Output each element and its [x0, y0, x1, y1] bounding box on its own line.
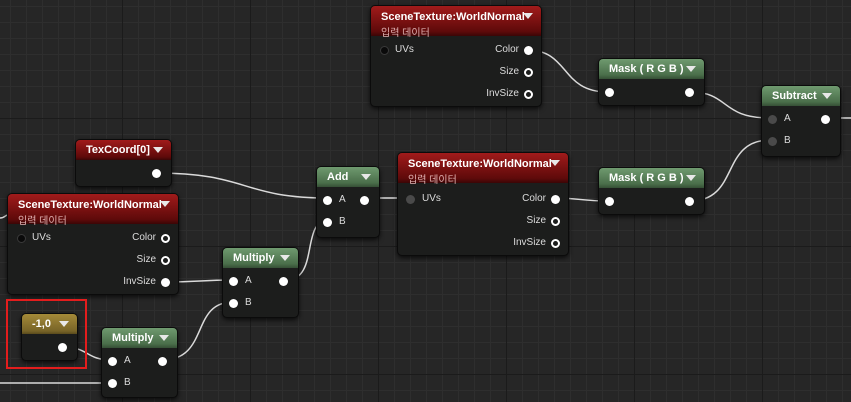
- size-label: Size: [526, 215, 546, 226]
- uvs-label: UVs: [395, 44, 414, 55]
- collapse-arrow-icon[interactable]: [280, 255, 290, 261]
- invsize-label: InvSize: [513, 237, 546, 248]
- a-input-pin[interactable]: [108, 357, 117, 366]
- node-title: SceneTexture:WorldNormal: [381, 11, 525, 23]
- node-title: Mask ( R G B ): [609, 172, 684, 184]
- node-header[interactable]: SceneTexture:WorldNormal 입력 데이터: [371, 6, 541, 39]
- uvs-input-pin[interactable]: [406, 195, 415, 204]
- b-label: B: [245, 297, 252, 308]
- mask-rgb-node-top[interactable]: Mask ( R G B ): [598, 58, 705, 106]
- node-title: Multiply: [112, 332, 154, 344]
- node-title: SceneTexture:WorldNormal: [408, 158, 552, 170]
- subtract-output-pin[interactable]: [821, 115, 830, 124]
- a-label: A: [124, 355, 131, 366]
- multiply-output-pin[interactable]: [279, 277, 288, 286]
- a-label: A: [339, 194, 346, 205]
- node-header[interactable]: Mask ( R G B ): [599, 59, 704, 79]
- size-output-pin[interactable]: [551, 217, 560, 226]
- color-output-pin[interactable]: [551, 195, 560, 204]
- scene-texture-node-mid[interactable]: SceneTexture:WorldNormal 입력 데이터 UVs Colo…: [397, 152, 569, 256]
- a-input-pin[interactable]: [229, 277, 238, 286]
- mask-output-pin[interactable]: [685, 88, 694, 97]
- collapse-arrow-icon[interactable]: [822, 93, 832, 99]
- multiply-output-pin[interactable]: [158, 357, 167, 366]
- texcoord-node[interactable]: TexCoord[0]: [75, 139, 172, 187]
- collapse-arrow-icon[interactable]: [153, 147, 163, 153]
- b-input-pin[interactable]: [108, 379, 117, 388]
- node-header[interactable]: Subtract: [762, 86, 840, 106]
- b-label: B: [784, 135, 791, 146]
- node-subtitle: 입력 데이터: [408, 175, 457, 186]
- node-title: Add: [327, 171, 349, 183]
- multiply-node-lower[interactable]: Multiply A B: [101, 327, 178, 398]
- node-title: Subtract: [772, 90, 817, 102]
- mask-input-pin[interactable]: [605, 197, 614, 206]
- size-output-pin[interactable]: [161, 256, 170, 265]
- collapse-arrow-icon[interactable]: [160, 201, 170, 207]
- add-output-pin[interactable]: [360, 196, 369, 205]
- invsize-output-pin[interactable]: [551, 239, 560, 248]
- node-header[interactable]: Add: [317, 167, 379, 187]
- texcoord-output-pin[interactable]: [152, 169, 161, 178]
- color-output-pin[interactable]: [161, 234, 170, 243]
- selection-highlight: [6, 299, 87, 369]
- collapse-arrow-icon[interactable]: [361, 174, 371, 180]
- node-header[interactable]: SceneTexture:WorldNormal 입력 데이터: [8, 194, 178, 227]
- invsize-label: InvSize: [486, 88, 519, 99]
- invsize-output-pin[interactable]: [161, 278, 170, 287]
- invsize-output-pin[interactable]: [524, 90, 533, 99]
- size-label: Size: [136, 254, 156, 265]
- b-input-pin[interactable]: [768, 137, 777, 146]
- node-subtitle: 입력 데이터: [18, 216, 67, 227]
- scene-texture-node-left[interactable]: SceneTexture:WorldNormal 입력 데이터 UVs Colo…: [7, 193, 179, 295]
- b-input-pin[interactable]: [229, 299, 238, 308]
- a-label: A: [784, 113, 791, 124]
- mask-output-pin[interactable]: [685, 197, 694, 206]
- size-label: Size: [499, 66, 519, 77]
- node-header[interactable]: Multiply: [223, 248, 298, 268]
- node-header[interactable]: Mask ( R G B ): [599, 168, 704, 188]
- node-header[interactable]: Multiply: [102, 328, 177, 348]
- uvs-label: UVs: [32, 232, 51, 243]
- subtract-node[interactable]: Subtract A B: [761, 85, 841, 157]
- color-label: Color: [522, 193, 546, 204]
- a-label: A: [245, 275, 252, 286]
- a-input-pin[interactable]: [768, 115, 777, 124]
- b-label: B: [124, 377, 131, 388]
- wire-texcoord-to-add-a: [154, 172, 330, 199]
- node-title: SceneTexture:WorldNormal: [18, 199, 162, 211]
- node-subtitle: 입력 데이터: [381, 28, 430, 39]
- node-header[interactable]: TexCoord[0]: [76, 140, 171, 160]
- uvs-input-pin[interactable]: [17, 234, 26, 243]
- node-title: Mask ( R G B ): [609, 63, 684, 75]
- collapse-arrow-icon[interactable]: [686, 175, 696, 181]
- node-title: TexCoord[0]: [86, 144, 150, 156]
- collapse-arrow-icon[interactable]: [523, 13, 533, 19]
- collapse-arrow-icon[interactable]: [159, 335, 169, 341]
- node-title: Multiply: [233, 252, 275, 264]
- color-output-pin[interactable]: [524, 46, 533, 55]
- mask-rgb-node-mid[interactable]: Mask ( R G B ): [598, 167, 705, 215]
- node-header[interactable]: SceneTexture:WorldNormal 입력 데이터: [398, 153, 568, 186]
- uvs-label: UVs: [422, 193, 441, 204]
- uvs-input-pin[interactable]: [380, 46, 389, 55]
- multiply-node-upper[interactable]: Multiply A B: [222, 247, 299, 318]
- b-label: B: [339, 216, 346, 227]
- mask-input-pin[interactable]: [605, 88, 614, 97]
- scene-texture-node-top[interactable]: SceneTexture:WorldNormal 입력 데이터 UVs Colo…: [370, 5, 542, 107]
- size-output-pin[interactable]: [524, 68, 533, 77]
- invsize-label: InvSize: [123, 276, 156, 287]
- color-label: Color: [132, 232, 156, 243]
- color-label: Color: [495, 44, 519, 55]
- collapse-arrow-icon[interactable]: [550, 160, 560, 166]
- a-input-pin[interactable]: [323, 196, 332, 205]
- b-input-pin[interactable]: [323, 218, 332, 227]
- add-node[interactable]: Add A B: [316, 166, 380, 238]
- collapse-arrow-icon[interactable]: [686, 66, 696, 72]
